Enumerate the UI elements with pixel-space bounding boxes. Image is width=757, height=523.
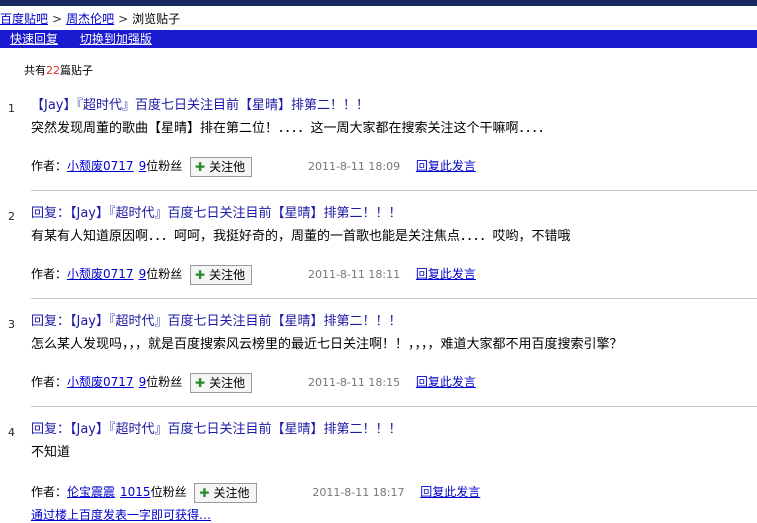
- breadcrumb-separator: >: [118, 12, 129, 26]
- fans-count-link[interactable]: 1015: [120, 485, 151, 499]
- follow-button-label: 关注他: [209, 267, 246, 282]
- plus-icon: ✚: [195, 159, 206, 174]
- fans-label: 位粉丝: [146, 267, 183, 281]
- breadcrumb-separator: >: [52, 12, 63, 26]
- breadcrumb-home-link[interactable]: 百度贴吧: [0, 12, 48, 26]
- author-label: 作者：: [31, 485, 68, 499]
- post-meta: 作者：小颓废0717 9位粉丝 ✚ 关注他 2011-8-11 18:11 回复此发…: [31, 263, 476, 285]
- post-body: 不知道: [31, 445, 71, 460]
- action-bar: 快速回复 切换到加强版: [0, 30, 757, 48]
- follow-button-label: 关注他: [209, 375, 246, 390]
- reply-link[interactable]: 回复此发言: [416, 375, 476, 389]
- author-label: 作者：: [31, 159, 68, 173]
- author-link[interactable]: 伦宝震震: [67, 485, 115, 499]
- reply-link[interactable]: 回复此发言: [416, 159, 476, 173]
- author-label: 作者：: [31, 375, 68, 389]
- post-count-prefix: 共有: [24, 64, 46, 77]
- breadcrumb: 百度贴吧 > 周杰伦吧 > 浏览贴子: [0, 10, 180, 28]
- post-count-suffix: 篇贴子: [60, 64, 93, 77]
- follow-button[interactable]: ✚ 关注他: [190, 372, 253, 393]
- post-title: 【Jay】『超时代』百度七日关注目前【星晴】排第二！！！: [31, 98, 369, 113]
- follow-button-label: 关注他: [213, 485, 250, 500]
- follow-button[interactable]: ✚ 关注他: [190, 264, 253, 285]
- post-divider: [31, 298, 757, 299]
- post-body: 有某有人知道原因啊．．．呵呵，我挺好奇的，周董的一首歌也能是关注焦点．．．．哎哟…: [31, 229, 571, 244]
- fans-label: 位粉丝: [146, 375, 183, 389]
- post-title: 回复：【Jay】『超时代』百度七日关注目前【星晴】排第二！！！: [31, 206, 402, 221]
- author-link[interactable]: 小颓废0717: [67, 375, 134, 389]
- fans-label: 位粉丝: [150, 485, 187, 499]
- post-count: 共有22篇贴子: [24, 62, 93, 80]
- post-title: 回复：【Jay】『超时代』百度七日关注目前【星晴】排第二！！！: [31, 314, 402, 329]
- post-number: 2: [8, 210, 15, 223]
- post-divider: [31, 190, 757, 191]
- author-link[interactable]: 小颓废0717: [67, 267, 134, 281]
- post-meta: 作者：小颓废0717 9位粉丝 ✚ 关注他 2011-8-11 18:09 回复此发…: [31, 155, 476, 177]
- plus-icon: ✚: [195, 375, 206, 390]
- post-timestamp: 2011-8-11 18:11: [307, 268, 401, 281]
- post-timestamp: 2011-8-11 18:15: [307, 376, 401, 389]
- quick-reply-link[interactable]: 快速回复: [10, 32, 58, 46]
- post-title: 回复：【Jay】『超时代』百度七日关注目前【星晴】排第二！！！: [31, 422, 402, 437]
- post-number: 4: [8, 426, 15, 439]
- plus-icon: ✚: [195, 267, 206, 282]
- post-divider: [31, 406, 757, 407]
- post-body: 怎么某人发现吗，，，就是百度搜索风云榜里的最近七日关注啊！！，，，，难道大家都不…: [31, 337, 623, 352]
- fans-label: 位粉丝: [146, 159, 183, 173]
- breadcrumb-current: 浏览贴子: [132, 12, 181, 26]
- plus-icon: ✚: [199, 485, 210, 500]
- reply-link[interactable]: 回复此发言: [420, 485, 480, 499]
- post-meta: 作者：伦宝震震 1015位粉丝 ✚ 关注他 2011-8-11 18:17 回复此发…: [31, 481, 480, 503]
- breadcrumb-forum-link[interactable]: 周杰伦吧: [66, 12, 114, 26]
- post-number: 3: [8, 318, 15, 331]
- post-count-number: 22: [46, 64, 60, 77]
- post-meta: 作者：小颓废0717 9位粉丝 ✚ 关注他 2011-8-11 18:15 回复此发…: [31, 371, 476, 393]
- author-label: 作者：: [31, 267, 68, 281]
- follow-button-label: 关注他: [209, 159, 246, 174]
- follow-button[interactable]: ✚ 关注他: [190, 156, 253, 177]
- post-body: 突然发现周董的歌曲【星晴】排在第二位！．．．．这一周大家都在搜索关注这个干嘛啊．…: [31, 121, 552, 136]
- cutoff-link[interactable]: 通过楼上百度发表一字即可获得…: [31, 506, 211, 523]
- reply-link[interactable]: 回复此发言: [416, 267, 476, 281]
- switch-enhanced-link[interactable]: 切换到加强版: [80, 32, 152, 46]
- post-timestamp: 2011-8-11 18:09: [307, 160, 401, 173]
- post-number: 1: [8, 102, 15, 115]
- author-link[interactable]: 小颓废0717: [67, 159, 134, 173]
- top-banner-strip: [0, 0, 757, 6]
- follow-button[interactable]: ✚ 关注他: [194, 482, 257, 503]
- post-timestamp: 2011-8-11 18:17: [312, 486, 405, 499]
